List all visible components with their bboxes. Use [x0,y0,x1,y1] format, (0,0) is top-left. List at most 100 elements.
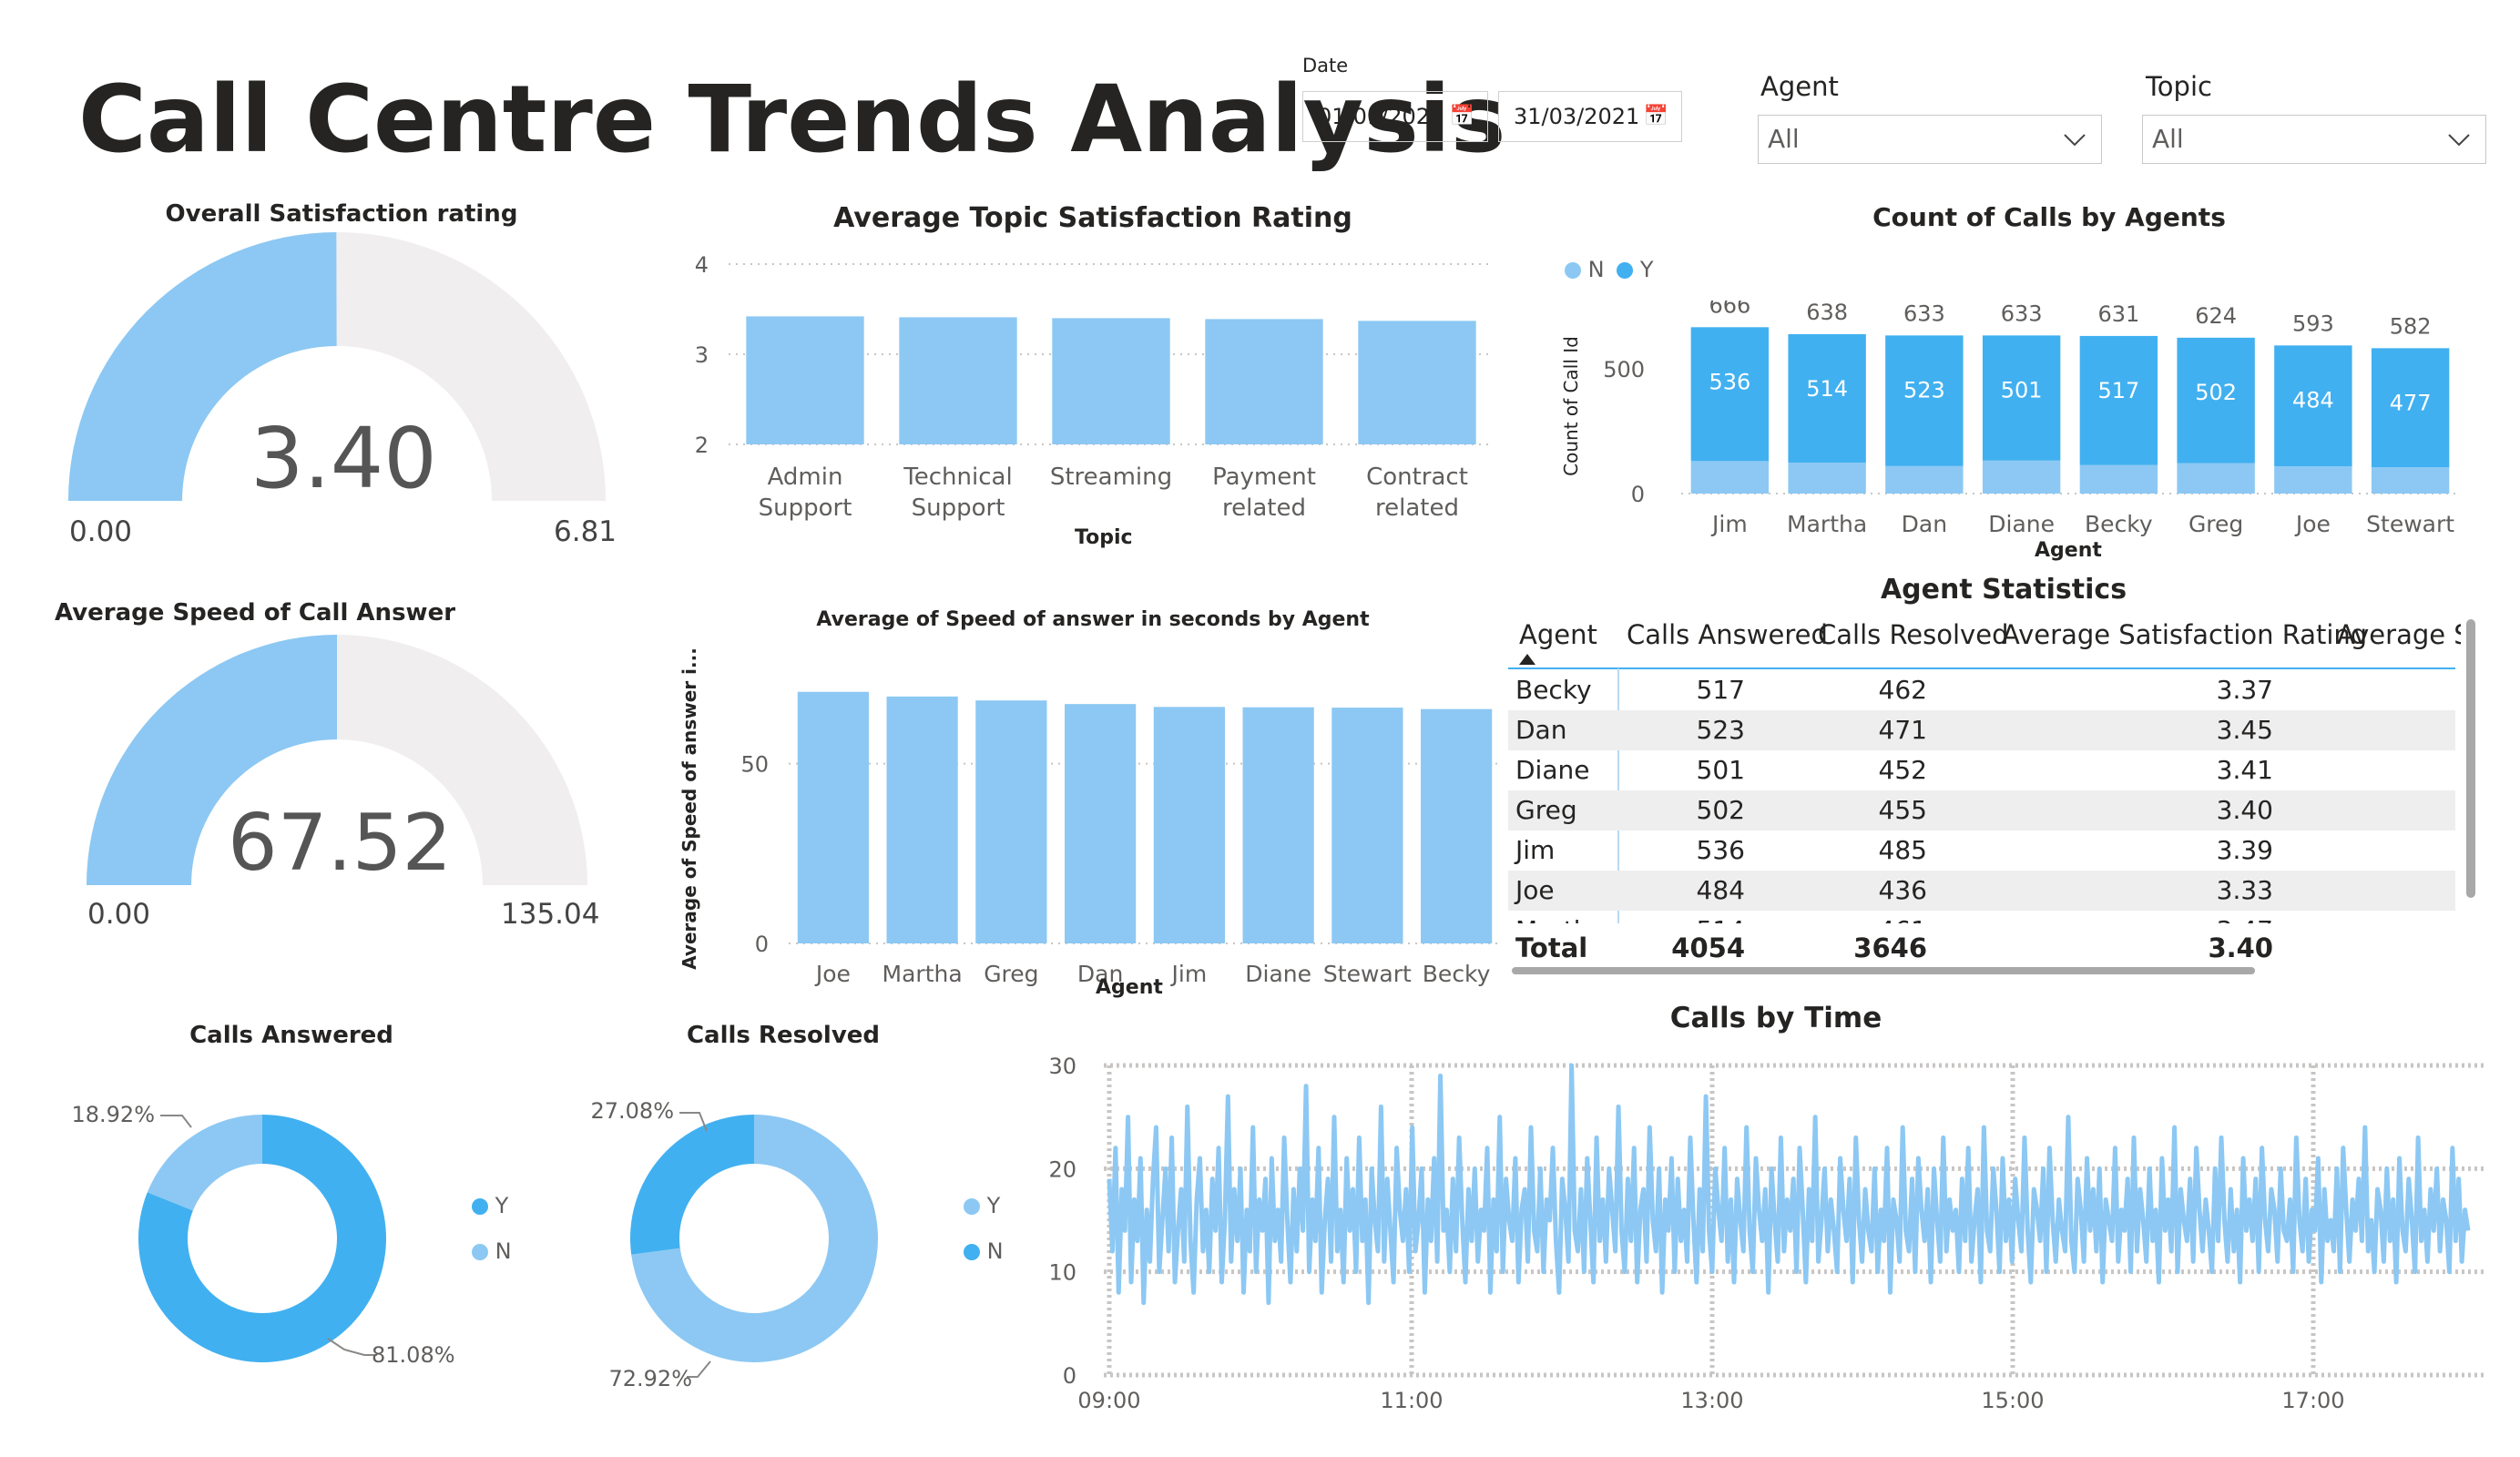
bar [1153,707,1225,943]
x-tick-label: Technical [903,464,1012,491]
calls-by-time-title: Calls by Time [1669,1002,1882,1034]
column-header-calls-answered[interactable]: Calls Answered [1627,619,1828,650]
x-tick-label: 13:00 [1680,1388,1743,1413]
table-cell: 462 [1878,675,1927,705]
bar [1358,321,1476,444]
table-cell: Becky [1515,675,1592,705]
table-row[interactable]: Joe 484 436 3.33 [1508,871,2455,911]
vertical-scrollbar[interactable] [2466,619,2475,898]
table-row[interactable]: Becky 517 462 3.37 [1508,670,2455,710]
agent-dropdown[interactable]: All [1758,115,2102,164]
satisfaction-gauge-value: 3.40 [250,410,437,507]
x-tick-label: related [1375,494,1459,522]
bar-segment-n [2079,464,2158,494]
bar [899,317,1017,444]
calendar-icon[interactable]: 📅 [1644,92,1668,141]
table-cell: 3.41 [2216,755,2273,785]
table-cell: 502 [1696,795,1745,825]
date-start-field[interactable]: 01/01/2021 📅 [1302,91,1488,142]
data-label: 18.92% [71,1102,155,1127]
topic-dropdown[interactable]: All [2142,115,2486,164]
data-label: 477 [2390,390,2432,415]
topic-x-axis-title: Topic [1075,526,1133,549]
date-start-value: 01/01/2021 [1318,104,1444,129]
agents-chart-title: Count of Calls by Agents [1872,202,2226,232]
x-tick-label: Diane [1988,511,2055,537]
x-tick-label: 15:00 [1981,1388,2044,1413]
table-cell: 3.33 [2216,875,2273,905]
x-tick-label: Streaming [1050,464,1172,491]
date-end-field[interactable]: 31/03/2021 📅 [1498,91,1682,142]
legend-label-n: N [495,1238,512,1264]
data-label: 502 [2195,380,2237,405]
calls-resolved-donut: 72.92% 27.08% [590,1098,878,1391]
legend-label-y: Y [986,1193,1001,1218]
bar-segment-n [2274,466,2352,494]
agents-legend: N Y [1565,257,1654,282]
bar-segment-n [1885,465,1964,494]
calendar-icon[interactable]: 📅 [1450,92,1474,141]
column-header-agent[interactable]: Agent [1519,619,1597,650]
bar-segment-n [1788,462,1866,494]
speed-gauge-min: 0.00 [87,898,151,931]
y-tick-label: 30 [1048,1054,1076,1079]
sort-ascending-icon[interactable] [1519,654,1535,665]
total-calls-answered: 4054 [1671,932,1745,963]
column-header-avg-speed[interactable]: Average Spe [2337,619,2461,650]
horizontal-scrollbar[interactable] [1512,967,2255,974]
table-cell: Greg [1515,795,1577,825]
series-line [1107,1063,2471,1306]
topic-slicer-label: Topic [2146,71,2212,102]
table-cell: Jim [1515,835,1556,865]
column-header-calls-resolved[interactable]: Calls Resolved [1818,619,2008,650]
total-label: Total [1515,932,1588,963]
bar-segment-n [2371,467,2450,494]
table-row[interactable]: Dan 523 471 3.45 [1508,710,2455,750]
satisfaction-gauge-max: 6.81 [554,515,617,548]
total-label: 624 [2195,303,2237,329]
speed-x-axis-title: Agent [1096,976,1163,999]
calls-answered-legend: Y N [472,1193,512,1264]
speed-chart-title: Average of Speed of answer in seconds by… [816,608,1370,631]
calls-answered-title: Calls Answered [189,1022,393,1049]
table-cell: 471 [1878,715,1927,745]
column-header-avg-satisfaction[interactable]: Average Satisfaction Rating [2002,619,2367,650]
y-tick-label: 0 [1063,1363,1076,1389]
table-cell: 536 [1696,835,1745,865]
y-tick-label: 20 [1048,1156,1076,1182]
table-cell: Diane [1515,755,1590,785]
legend-label-y: Y [495,1193,509,1218]
legend-dot-y [964,1198,980,1215]
table-cell: 436 [1878,875,1927,905]
data-label: 517 [2097,378,2139,403]
agent-stats-table[interactable]: Agent Calls Answered Calls Resolved Aver… [1508,614,2461,974]
y-tick-label: 10 [1048,1260,1076,1286]
header-divider [1508,667,2455,669]
calls-answered-donut: 81.08% 18.92% [71,1102,454,1368]
x-tick-label: Stewart [1323,961,1412,987]
y-tick-label: 500 [1603,357,1645,382]
total-label: 633 [2001,301,2043,326]
table-cell: 523 [1696,715,1745,745]
x-tick-label: Greg [2188,511,2243,537]
table-cell: 3.37 [2216,675,2273,705]
total-label: 633 [1903,301,1945,326]
data-label: 523 [1903,377,1945,402]
calls-resolved-title: Calls Resolved [686,1022,881,1049]
calls-by-agent-chart: 0 500 Count of Call Id 536 666 Jim 514 638 Marth… [1560,301,2459,537]
table-row[interactable]: Jim 536 485 3.39 [1508,830,2455,871]
bar [1331,708,1403,943]
bar [1065,704,1137,943]
y-axis-title: Count of Call Id [1560,336,1582,476]
table-cell: 455 [1878,795,1927,825]
speed-gauge-title: Average Speed of Call Answer [55,599,456,627]
x-tick-label: Diane [1245,961,1311,987]
table-cell: 3.45 [2216,715,2273,745]
legend-label-n: N [986,1238,1004,1264]
table-cell: 485 [1878,835,1927,865]
table-row[interactable]: Greg 502 455 3.40 [1508,790,2455,830]
table-row[interactable]: Diane 501 452 3.41 [1508,750,2455,790]
topic-dropdown-value: All [2152,124,2184,154]
x-tick-label: Becky [2085,511,2153,537]
total-label: 593 [2292,311,2334,336]
